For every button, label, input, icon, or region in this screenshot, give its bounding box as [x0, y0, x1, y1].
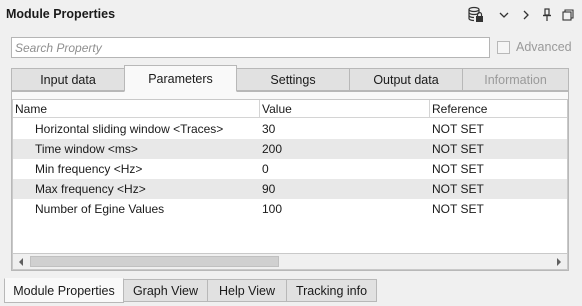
title-bar: Module Properties	[0, 0, 582, 30]
table-row[interactable]: Horizontal sliding window <Traces> 30 NO…	[13, 119, 567, 139]
column-header-name[interactable]: Name	[15, 102, 47, 116]
tab-output-data-label: Output data	[373, 72, 439, 87]
table-row[interactable]: Number of Egine Values 100 NOT SET	[13, 199, 567, 219]
scroll-right-icon[interactable]	[551, 254, 567, 270]
tab-module-properties-label: Module Properties	[13, 283, 115, 298]
tab-tracking-info[interactable]: Tracking info	[286, 279, 377, 302]
pin-icon[interactable]	[540, 5, 554, 25]
row-name: Max frequency <Hz>	[35, 182, 146, 196]
column-divider[interactable]	[259, 100, 260, 118]
property-grid[interactable]: Name Value Reference Horizontal sliding …	[12, 99, 568, 254]
tab-parameters-label: Parameters	[148, 71, 213, 86]
table-row[interactable]: Min frequency <Hz> 0 NOT SET	[13, 159, 567, 179]
tab-output-data[interactable]: Output data	[349, 68, 463, 91]
tab-help-view[interactable]: Help View	[207, 279, 287, 302]
row-value[interactable]: 90	[262, 182, 275, 196]
row-reference: NOT SET	[432, 162, 484, 176]
row-reference: NOT SET	[432, 182, 484, 196]
tab-information-label: Information	[484, 72, 547, 87]
tab-input-data[interactable]: Input data	[11, 68, 125, 91]
tab-graph-view[interactable]: Graph View	[123, 279, 208, 302]
tab-settings-label: Settings	[270, 72, 316, 87]
advanced-checkbox[interactable]: Advanced	[497, 40, 572, 54]
table-row[interactable]: Max frequency <Hz> 90 NOT SET	[13, 179, 567, 199]
column-header-value[interactable]: Value	[262, 102, 292, 116]
tab-graph-view-label: Graph View	[132, 283, 199, 298]
row-reference: NOT SET	[432, 202, 484, 216]
row-name: Number of Egine Values	[35, 202, 165, 216]
advanced-checkbox-box[interactable]	[497, 40, 510, 54]
row-reference: NOT SET	[432, 142, 484, 156]
row-value[interactable]: 200	[262, 142, 282, 156]
chevron-down-icon[interactable]	[496, 5, 512, 25]
tab-information: Information	[462, 68, 569, 91]
top-tab-bar: Input data Parameters Settings Output da…	[11, 65, 569, 92]
chevron-right-icon[interactable]	[518, 5, 534, 25]
horizontal-scrollbar[interactable]	[12, 254, 568, 270]
column-header-reference[interactable]: Reference	[432, 102, 487, 116]
tab-help-view-label: Help View	[218, 283, 276, 298]
row-value[interactable]: 30	[262, 122, 275, 136]
row-name: Horizontal sliding window <Traces>	[35, 122, 224, 136]
tab-input-data-label: Input data	[40, 72, 96, 87]
scroll-left-icon[interactable]	[13, 254, 29, 270]
tab-parameters[interactable]: Parameters	[124, 65, 237, 92]
column-divider[interactable]	[429, 100, 430, 118]
row-name: Time window <ms>	[35, 142, 138, 156]
scrollbar-thumb[interactable]	[30, 256, 279, 267]
advanced-label: Advanced	[516, 40, 572, 54]
restore-window-icon[interactable]	[560, 5, 576, 25]
tab-tracking-info-label: Tracking info	[295, 283, 368, 298]
database-lock-icon[interactable]	[465, 5, 487, 25]
row-reference: NOT SET	[432, 122, 484, 136]
row-value[interactable]: 100	[262, 202, 282, 216]
row-name: Min frequency <Hz>	[35, 162, 143, 176]
window-title: Module Properties	[6, 7, 116, 21]
row-value[interactable]: 0	[262, 162, 269, 176]
grid-header: Name Value Reference	[13, 100, 567, 118]
search-property-input[interactable]	[11, 37, 490, 58]
table-row[interactable]: Time window <ms> 200 NOT SET	[13, 139, 567, 159]
tab-settings[interactable]: Settings	[236, 68, 350, 91]
tab-module-properties[interactable]: Module Properties	[4, 278, 124, 303]
